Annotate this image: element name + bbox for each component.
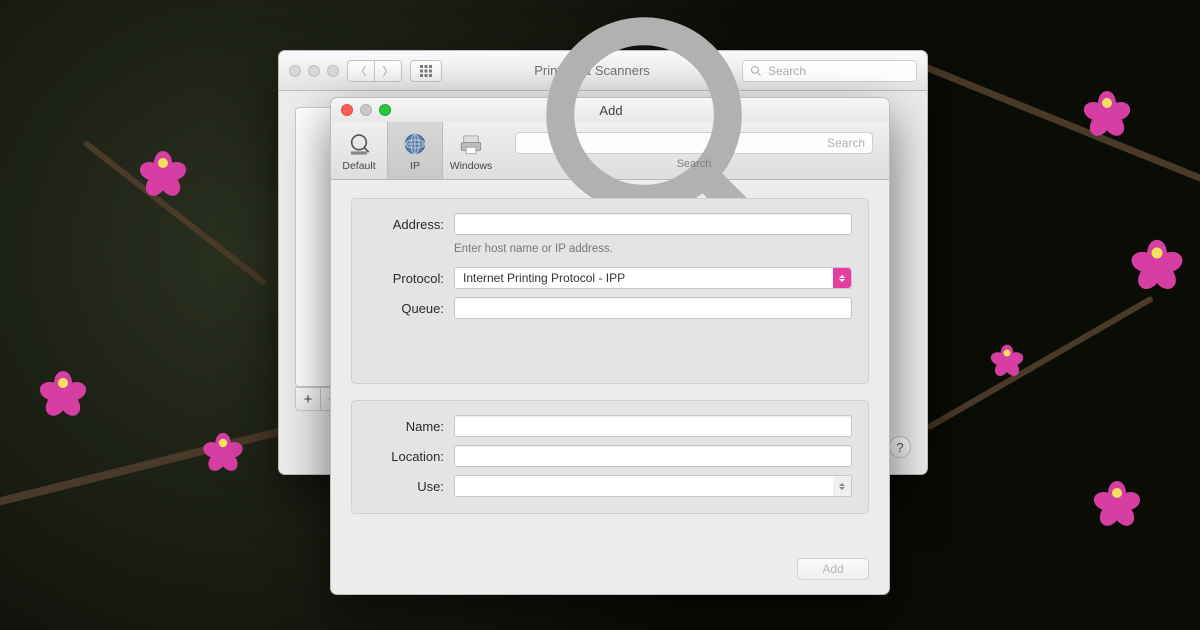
search-tab-label: Search [677,158,712,170]
add-printer-window: Add Default IP Windows Search Search Add… [330,97,890,595]
add-button[interactable]: Add [797,558,869,580]
location-input[interactable] [454,445,852,467]
tab-windows[interactable]: Windows [443,122,499,179]
dialog-footer: Add [351,558,869,580]
tab-default[interactable]: Default [331,122,387,179]
add-printer-search[interactable]: Search [515,132,873,154]
chevron-right-icon: 〉 [383,63,394,79]
add-printer-button[interactable]: + [295,387,321,411]
forward-button[interactable]: 〉 [374,60,402,82]
address-label: Address: [368,217,444,232]
ip-connection-panel: Address: Enter host name or IP address. … [351,198,869,384]
stepper-icon [833,476,851,496]
minimize-icon[interactable] [308,65,320,77]
protocol-popup[interactable]: Internet Printing Protocol - IPP [454,267,852,289]
printer-windows-icon [458,131,484,157]
traffic-lights-inactive [289,65,339,77]
tab-label: Default [342,160,375,172]
minimize-icon[interactable] [360,104,372,116]
protocol-label: Protocol: [368,271,444,286]
traffic-lights [341,104,391,116]
address-input[interactable] [454,213,852,235]
tab-label: Windows [450,160,493,172]
tab-search-area: Search Search [499,122,889,179]
globe-icon [402,131,428,157]
close-icon[interactable] [341,104,353,116]
tab-label: IP [410,160,420,172]
grid-icon [419,64,433,78]
name-label: Name: [368,419,444,434]
show-all-button[interactable] [410,60,442,82]
name-input[interactable] [454,415,852,437]
queue-input[interactable] [454,297,852,319]
zoom-icon[interactable] [379,104,391,116]
add-printer-body: Address: Enter host name or IP address. … [331,180,889,594]
zoom-icon[interactable] [327,65,339,77]
tab-ip[interactable]: IP [387,122,443,179]
stepper-icon [833,268,851,288]
close-icon[interactable] [289,65,301,77]
chevron-left-icon: 〈 [356,63,367,79]
back-button[interactable]: 〈 [347,60,375,82]
location-label: Location: [368,449,444,464]
queue-label: Queue: [368,301,444,316]
printer-info-panel: Name: Location: Use: [351,400,869,514]
protocol-value: Internet Printing Protocol - IPP [463,271,833,285]
search-placeholder: Search [827,136,865,150]
nav-back-forward: 〈 〉 [347,60,402,82]
printer-default-icon [346,131,372,157]
help-button[interactable]: ? [889,436,911,458]
address-hint: Enter host name or IP address. [454,243,852,255]
use-label: Use: [368,479,444,494]
use-popup[interactable] [454,475,852,497]
add-printer-tabbar: Default IP Windows Search Search [331,122,889,180]
